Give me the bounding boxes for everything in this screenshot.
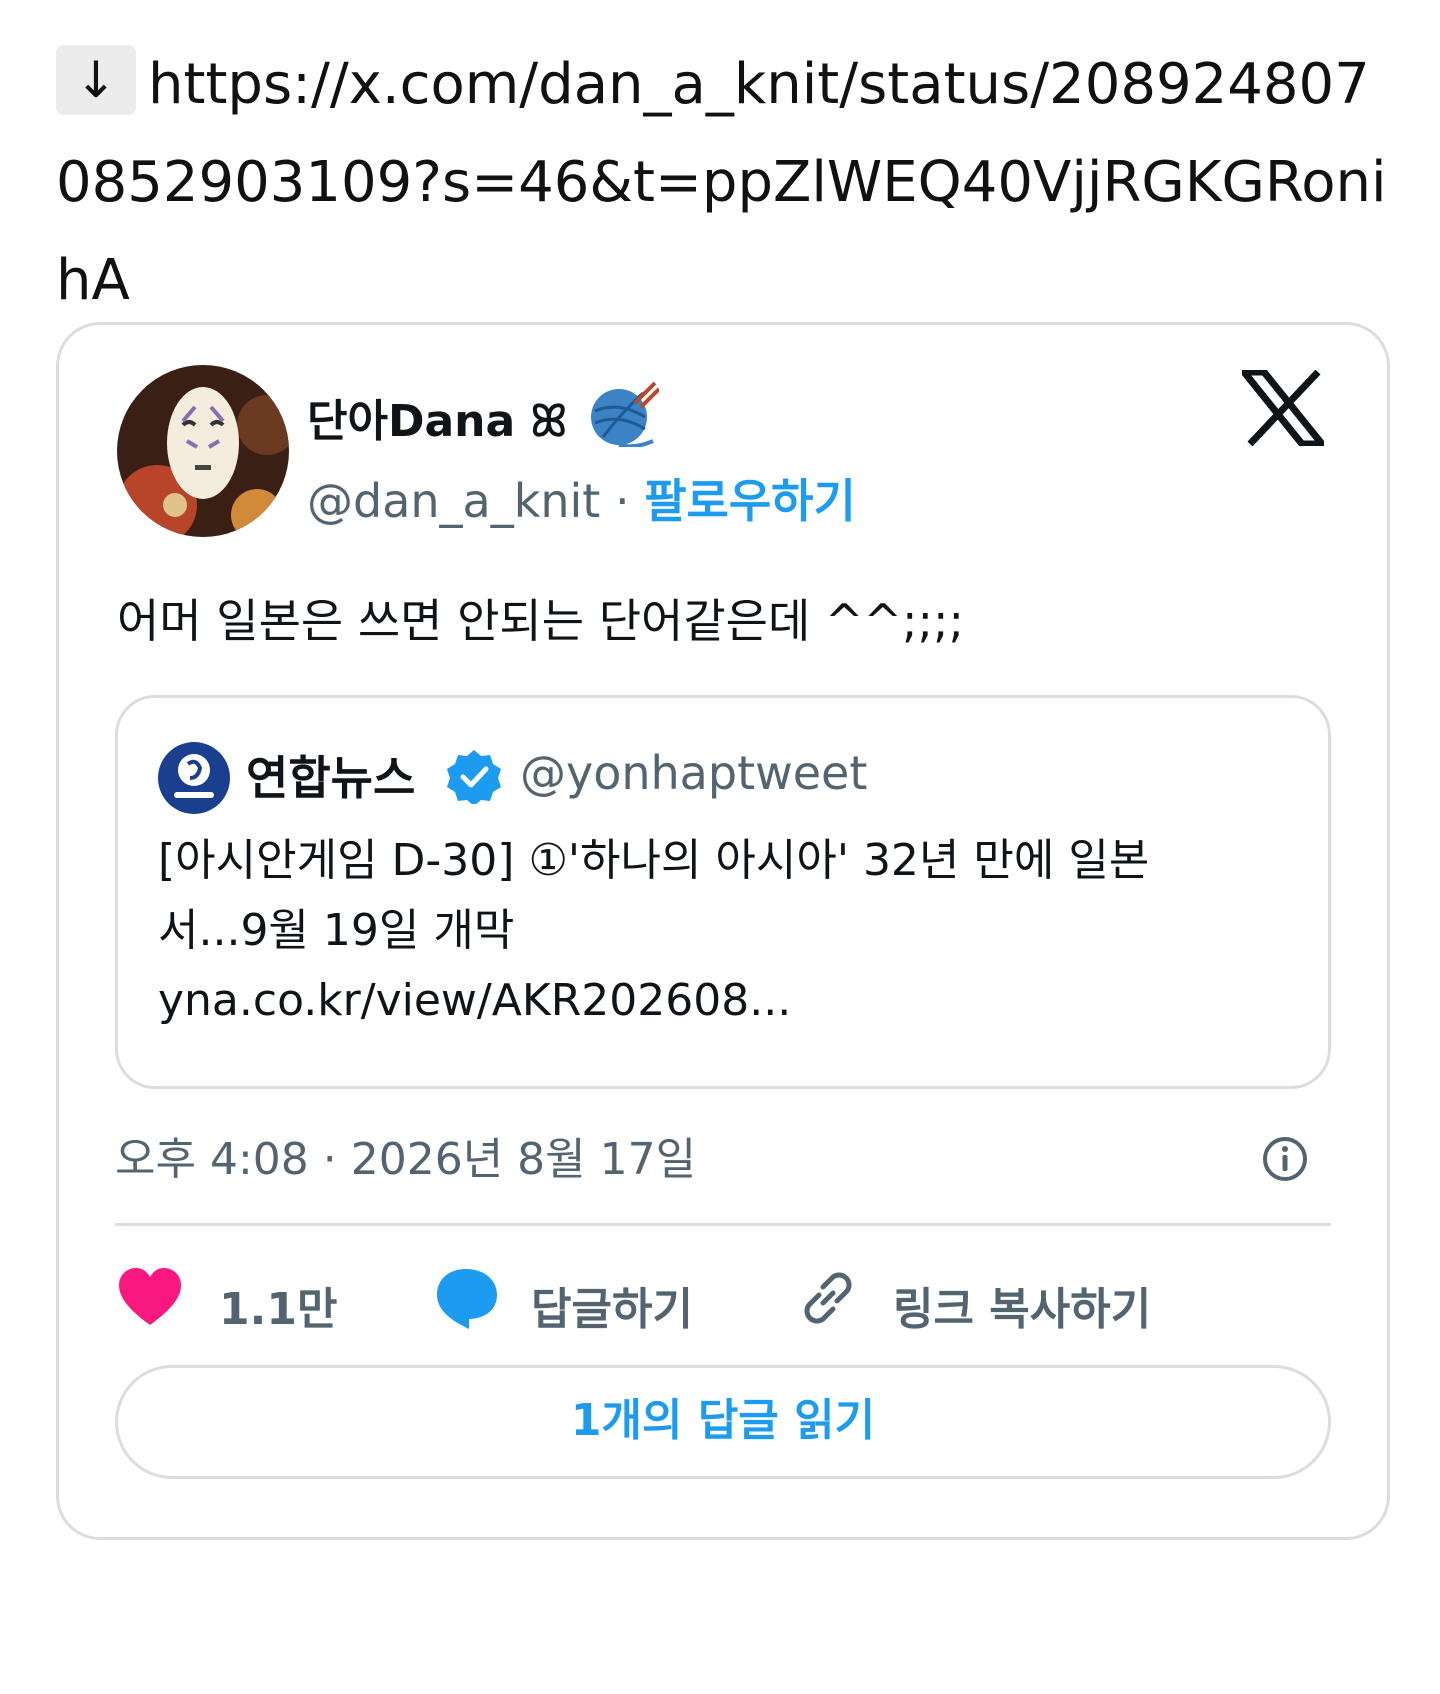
quoted-text-line1: [아시안게임 D-30] ①'하나의 아시아' 32년 만에 일본 — [158, 835, 1150, 886]
quoted-handle[interactable]: @yonhaptweet — [520, 746, 867, 800]
read-replies-button[interactable]: 1개의 답글 읽기 — [115, 1365, 1331, 1479]
author-name[interactable]: 단아Dana ꕤ — [307, 385, 567, 449]
like-count: 1.1만 — [219, 1284, 338, 1335]
handle-row: @dan_a_knit · 팔로우하기 — [307, 465, 856, 531]
reply-button[interactable]: 답글하기 — [433, 1265, 733, 1345]
tweet-embed-card[interactable]: 단아Dana ꕤ @dan_a_knit · 팔로우하기 어머 일본은 쓰면 안… — [56, 322, 1390, 1540]
url-link[interactable]: ↓ https://x.com/dan_a_knit/status/2089248… — [56, 36, 1396, 330]
quoted-text: [아시안게임 D-30] ①'하나의 아시아' 32년 만에 일본 서...9월… — [158, 826, 1298, 1036]
copy-link-label: 링크 복사하기 — [893, 1284, 1152, 1335]
follow-button[interactable]: 팔로우하기 — [644, 474, 856, 528]
quoted-avatar[interactable] — [158, 742, 230, 814]
yarn-ball-icon — [589, 381, 661, 449]
divider — [115, 1223, 1331, 1226]
down-arrow-icon: ↓ — [56, 45, 136, 115]
reply-label: 답글하기 — [531, 1284, 693, 1335]
quoted-text-line2: 서...9월 19일 개막 — [158, 905, 515, 956]
separator-dot: · — [600, 474, 645, 528]
copy-link-button[interactable]: 링크 복사하기 — [795, 1265, 1195, 1345]
avatar[interactable] — [117, 365, 289, 537]
x-logo-icon[interactable] — [1236, 368, 1330, 448]
url-text[interactable]: https://x.com/dan_a_knit/status/20892480… — [56, 52, 1387, 313]
author-handle[interactable]: @dan_a_knit — [307, 474, 600, 528]
quoted-author-name[interactable]: 연합뉴스 — [246, 742, 415, 808]
heart-icon — [117, 1265, 183, 1331]
link-icon — [795, 1265, 861, 1331]
quoted-tweet[interactable]: 연합뉴스 @yonhaptweet [아시안게임 D-30] ①'하나의 아시아… — [115, 695, 1331, 1089]
quoted-link[interactable]: yna.co.kr/view/AKR202608... — [158, 966, 1298, 1036]
speech-bubble-icon — [433, 1265, 499, 1331]
verified-badge-icon — [446, 748, 502, 806]
timestamp[interactable]: 오후 4:08 · 2026년 8월 17일 — [115, 1123, 696, 1187]
info-icon[interactable] — [1261, 1135, 1309, 1183]
tweet-text: 어머 일본은 쓰면 안되는 단어같은데 ^^;;;; — [117, 594, 964, 648]
like-button[interactable]: 1.1만 — [117, 1265, 357, 1345]
